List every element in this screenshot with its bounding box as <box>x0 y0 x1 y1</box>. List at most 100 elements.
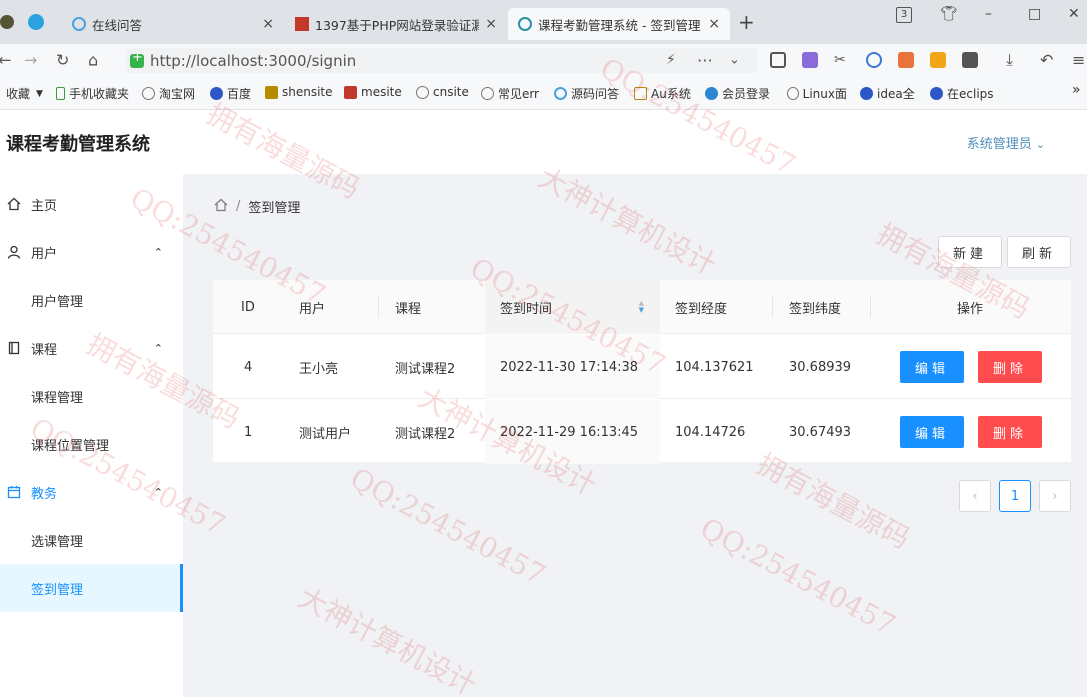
maximize-icon[interactable]: □ <box>1028 6 1041 22</box>
refresh-button[interactable]: 刷新 <box>1007 236 1071 268</box>
pagination-next-button[interactable]: › <box>1039 480 1071 512</box>
delete-button[interactable]: 删除 <box>978 416 1042 448</box>
menu-icon[interactable]: ≡ <box>1072 51 1085 70</box>
reload-icon[interactable]: ↻ <box>56 51 69 70</box>
new-button[interactable]: 新建 <box>938 236 1002 268</box>
search-ext-icon[interactable] <box>866 52 882 68</box>
sidebar-group-course[interactable]: 课程 ⌃ <box>0 324 183 372</box>
bookmarks-bar: 收藏 ▼ 手机收藏夹 淘宝网 百度 shensite mesite cnsite … <box>0 76 1087 110</box>
shield-ext-icon[interactable] <box>930 52 946 68</box>
more-bookmarks-icon[interactable]: » <box>1072 82 1081 98</box>
shirt-icon[interactable]: 👕︎ <box>940 6 958 22</box>
delete-button[interactable]: 删除 <box>978 351 1042 383</box>
qa-favicon-icon <box>72 17 86 31</box>
translate-ext-icon[interactable] <box>802 52 818 68</box>
bookmark-item[interactable]: 常见err <box>481 85 539 102</box>
globe-icon <box>142 87 155 100</box>
sidebar-item-course-location[interactable]: 课程位置管理 <box>0 420 183 468</box>
minimize-icon[interactable]: – <box>985 6 992 22</box>
column-header-signin-time-label: 签到时间 <box>500 301 553 317</box>
download-icon[interactable]: ⤓ <box>1006 50 1013 70</box>
close-window-icon[interactable]: ✕ <box>1068 6 1080 22</box>
react-favicon-icon <box>518 17 532 31</box>
undo-icon[interactable]: ↶ <box>1040 51 1053 70</box>
bookmark-item[interactable]: shensite <box>265 85 333 99</box>
sidebar-item-enrollment[interactable]: 选课管理 <box>0 516 183 564</box>
column-divider <box>870 296 871 318</box>
lightning-icon[interactable]: ⚡︎ <box>666 52 676 68</box>
sort-icon[interactable]: ▲ ▼ <box>639 300 644 314</box>
pagination-prev-button[interactable]: ‹ <box>959 480 991 512</box>
cell-latitude: 30.68939 <box>789 359 852 375</box>
bookmark-item[interactable]: 收藏 ▼ <box>6 85 43 102</box>
scissors-icon[interactable]: ✂ <box>834 52 846 68</box>
bookmark-item[interactable]: Au系统 <box>634 85 691 102</box>
table-row: 4 王小亮 测试课程2 2022-11-30 17:14:38 104.1376… <box>213 335 1071 399</box>
user-menu[interactable]: 系统管理员 ⌄ <box>967 133 1045 152</box>
bookmark-item[interactable]: Linux面 <box>787 85 847 102</box>
forward-arrow-icon[interactable]: → <box>24 51 37 70</box>
more-dots-icon[interactable]: ⋯ <box>697 51 713 70</box>
secure-shield-icon <box>130 50 144 68</box>
back-arrow-icon[interactable]: ← <box>0 51 11 70</box>
bookmark-item[interactable]: idea全 <box>860 85 916 102</box>
cell-longitude: 104.14726 <box>675 424 746 440</box>
cell-signin-time: 2022-11-30 17:14:38 <box>485 335 660 399</box>
sidebar-item-home[interactable]: 主页 <box>0 180 183 228</box>
profile-avatar[interactable] <box>0 15 14 29</box>
signin-table: ID 用户 课程 签到时间 ▲ ▼ 签到经度 签到纬度 操作 4 王小亮 测试课程… <box>213 280 1071 464</box>
tab-close-icon[interactable]: × <box>708 16 720 32</box>
bookmark-item[interactable]: 源码问答 <box>554 85 619 102</box>
bookmark-item[interactable]: cnsite <box>416 85 469 99</box>
phone-icon <box>56 87 65 100</box>
chevron-up-icon: ⌃ <box>153 485 163 499</box>
column-divider <box>772 296 773 318</box>
column-header-longitude[interactable]: 签到经度 <box>675 280 727 334</box>
edit-button[interactable]: 编辑 <box>900 351 964 383</box>
browser-tab-signin[interactable]: 课程考勤管理系统 - 签到管理 × <box>508 8 730 40</box>
home-page-icon[interactable]: ⌂ <box>88 51 98 70</box>
bookmark-item[interactable]: 在eclips <box>930 85 994 102</box>
tab-close-icon[interactable]: × <box>262 16 274 32</box>
sidebar-item-course-management[interactable]: 课程管理 <box>0 372 183 420</box>
column-header-latitude[interactable]: 签到纬度 <box>789 280 841 334</box>
sidebar-item-signin[interactable]: 签到管理 <box>0 564 183 612</box>
home-icon[interactable] <box>214 198 228 216</box>
browser-tab-php[interactable]: 1397基于PHP网站登录验证漏 × <box>285 8 507 40</box>
new-tab-button[interactable]: + <box>738 10 755 34</box>
telegram-icon[interactable] <box>28 14 44 30</box>
cell-course: 测试课程2 <box>395 361 456 377</box>
url-bar[interactable]: http://localhost:3000/signin <box>126 48 758 73</box>
bookmark-item[interactable]: 百度 <box>210 85 251 102</box>
column-header-user[interactable]: 用户 <box>299 280 325 334</box>
baidu-icon <box>210 87 223 100</box>
calendar-icon <box>7 485 21 499</box>
column-header-course[interactable]: 课程 <box>395 280 421 334</box>
user-icon <box>7 245 21 259</box>
cell-id: 1 <box>244 424 253 440</box>
column-header-id[interactable]: ID <box>241 280 255 334</box>
chevron-down-icon[interactable]: ⌄ <box>729 53 740 68</box>
bookmark-item[interactable]: 手机收藏夹 <box>56 85 129 102</box>
bookmark-item[interactable]: 淘宝网 <box>142 85 195 102</box>
browser-tab-qa[interactable]: 在线问答 × <box>62 8 284 40</box>
pagination-page-1[interactable]: 1 <box>999 480 1031 512</box>
tab-count-badge[interactable]: 3 <box>896 7 912 23</box>
column-header-signin-time[interactable]: 签到时间 ▲ ▼ <box>485 280 660 334</box>
game-ext-icon[interactable] <box>898 52 914 68</box>
sidebar-group-academic[interactable]: 教务 ⌃ <box>0 468 183 516</box>
column-divider <box>378 296 379 318</box>
tab-close-icon[interactable]: × <box>485 16 497 32</box>
cloud-icon <box>705 87 718 100</box>
cell-id: 4 <box>244 359 253 375</box>
caret-down-icon: ▼ <box>36 88 43 99</box>
screenshot-ext-icon[interactable] <box>770 52 786 68</box>
apps-grid-icon[interactable] <box>962 52 978 68</box>
sidebar-item-user-management[interactable]: 用户管理 <box>0 276 183 324</box>
mesite-icon <box>344 85 357 99</box>
edit-button[interactable]: 编辑 <box>900 416 964 448</box>
browser-tab-bar: 在线问答 × 1397基于PHP网站登录验证漏 × 课程考勤管理系统 - 签到管… <box>0 0 1087 44</box>
bookmark-item[interactable]: 会员登录 <box>705 85 773 102</box>
bookmark-item[interactable]: mesite <box>344 85 402 99</box>
sidebar-group-user[interactable]: 用户 ⌃ <box>0 228 183 276</box>
